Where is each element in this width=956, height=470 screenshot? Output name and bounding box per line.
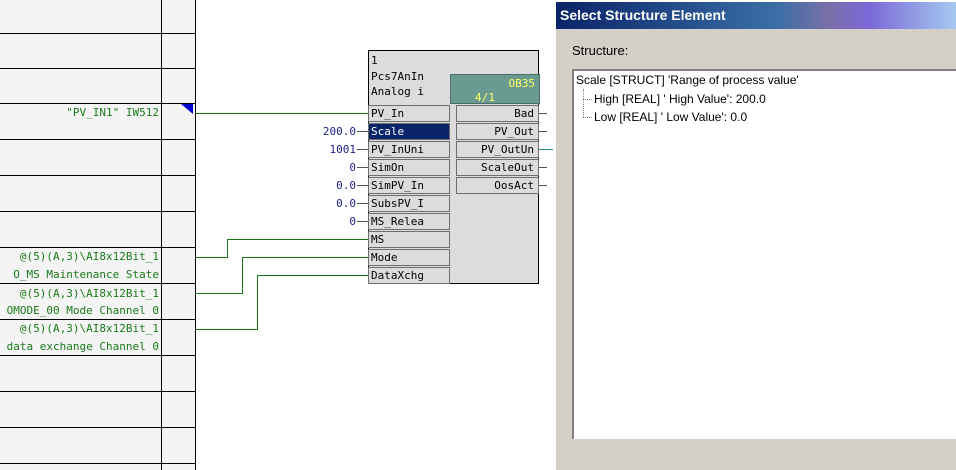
input-value-subspv-i[interactable]: 0.0 <box>316 197 356 211</box>
input-value-simon[interactable]: 0 <box>316 161 356 175</box>
ob-label: OB35 <box>508 77 536 90</box>
wire-mode[interactable] <box>195 293 242 294</box>
margin-label-mode-comment: OMODE_00 Mode Channel 0 <box>6 304 159 317</box>
dialog-title: Select Structure Element <box>560 7 726 23</box>
margin-cell <box>161 34 195 69</box>
wire-dataxchg-to-block[interactable] <box>257 275 369 276</box>
margin-row <box>0 140 161 176</box>
margin-label-ms-address[interactable]: @(5)(A,3)\AI8x12Bit_1 <box>20 250 159 264</box>
wire-mode-to-block[interactable] <box>242 257 369 258</box>
wire-dataxchg-vertical <box>257 275 258 330</box>
margin-cell <box>161 69 195 104</box>
wire-pv-outun[interactable] <box>539 149 553 150</box>
input-value-pv-inuni[interactable]: 1001 <box>316 143 357 157</box>
margin-cell <box>161 0 195 34</box>
block-number: 1 <box>371 54 378 67</box>
input-subspv-i[interactable]: SubsPV_I <box>368 195 450 212</box>
margin-cell[interactable] <box>161 248 195 284</box>
structure-tree[interactable]: Scale [STRUCT] 'Range of process value' … <box>572 69 956 439</box>
margin-row <box>0 176 161 212</box>
pin-scaleout <box>539 167 547 168</box>
wire-mode-vertical <box>242 257 243 294</box>
pin-pv-out <box>539 131 547 132</box>
input-simpv-in[interactable]: SimPV_In <box>368 177 450 194</box>
block-type: Pcs7AnIn <box>371 70 424 83</box>
margin-row <box>0 356 161 392</box>
pin-subspv-i <box>357 203 368 204</box>
margin-cell <box>161 356 195 392</box>
output-scaleout[interactable]: ScaleOut <box>456 159 539 176</box>
pin-oosact <box>539 185 547 186</box>
tree-root-scale[interactable]: Scale [STRUCT] 'Range of process value' <box>576 73 799 87</box>
margin-cell <box>161 392 195 428</box>
select-structure-dialog[interactable]: Select Structure Element Structure: Scal… <box>555 2 956 470</box>
input-ms-relea[interactable]: MS_Relea <box>368 213 450 230</box>
margin-row <box>0 34 161 69</box>
connection-arrow-icon <box>181 104 193 114</box>
margin-cell <box>161 428 195 464</box>
pin-bad <box>539 113 547 114</box>
wire-ms[interactable] <box>195 257 227 258</box>
input-value-ms-relea[interactable]: 0 <box>316 215 356 229</box>
pin-scale <box>357 131 368 132</box>
output-bad[interactable]: Bad <box>456 105 539 122</box>
pin-simon <box>357 167 368 168</box>
tree-node-high[interactable]: High [REAL] ' High Value': 200.0 <box>594 92 766 106</box>
wire-ms-vertical <box>227 239 228 258</box>
input-dataxchg[interactable]: DataXchg <box>368 267 450 284</box>
margin-cell[interactable] <box>161 320 195 356</box>
input-value-simpv-in[interactable]: 0.0 <box>316 179 356 193</box>
ob-sequence: 4/1 <box>475 91 495 104</box>
margin-row <box>0 0 161 34</box>
margin-divider <box>195 0 196 470</box>
margin-divider <box>161 0 162 470</box>
margin-label-ms-comment: O_MS Maintenance State <box>13 268 159 281</box>
margin-row <box>0 69 161 104</box>
pin-ms-relea <box>357 221 368 222</box>
block-comment: Analog i <box>371 85 424 98</box>
wire-pv-in[interactable] <box>195 113 369 114</box>
structure-label: Structure: <box>572 43 629 58</box>
output-pv-out[interactable]: PV_Out <box>456 123 539 140</box>
pin-pv-inuni <box>357 149 368 150</box>
dialog-titlebar[interactable]: Select Structure Element <box>556 2 956 29</box>
margin-cell <box>161 212 195 248</box>
margin-cell[interactable] <box>161 284 195 320</box>
margin-label-dataxchg-address[interactable]: @(5)(A,3)\AI8x12Bit_1 <box>20 322 159 336</box>
input-simon[interactable]: SimOn <box>368 159 450 176</box>
input-scale[interactable]: Scale <box>368 123 450 140</box>
margin-cell <box>161 176 195 212</box>
run-sequence-badge[interactable]: OB35 4/1 <box>450 74 540 104</box>
output-pv-outun[interactable]: PV_OutUn <box>456 141 539 158</box>
margin-label-dataxchg-comment: data exchange Channel 0 <box>6 340 159 353</box>
margin-row <box>0 392 161 428</box>
margin-label-mode-address[interactable]: @(5)(A,3)\AI8x12Bit_1 <box>20 287 159 301</box>
margin-label-pv-in1[interactable]: "PV_IN1" IW512 <box>66 106 159 120</box>
wire-dataxchg[interactable] <box>195 329 257 330</box>
margin-cell <box>161 464 195 470</box>
tree-node-low[interactable]: Low [REAL] ' Low Value': 0.0 <box>594 110 747 124</box>
pin-simpv-in <box>357 185 368 186</box>
margin-row <box>0 428 161 464</box>
margin-row <box>0 464 161 470</box>
input-pv-in[interactable]: PV_In <box>368 105 450 122</box>
input-pv-inuni[interactable]: PV_InUni <box>368 141 450 158</box>
input-mode[interactable]: Mode <box>368 249 450 266</box>
margin-row <box>0 212 161 248</box>
tree-connector <box>583 99 592 100</box>
tree-connector <box>583 117 592 118</box>
tree-connector <box>583 89 584 117</box>
input-value-scale[interactable]: 200.0 <box>316 125 356 139</box>
sheet-margin: "PV_IN1" IW512 @(5)(A,3)\AI8x12Bit_1 O_M… <box>0 0 196 470</box>
output-oosact[interactable]: OosAct <box>456 177 539 194</box>
margin-cell <box>161 140 195 176</box>
input-ms[interactable]: MS <box>368 231 450 248</box>
wire-ms-to-block[interactable] <box>227 239 369 240</box>
